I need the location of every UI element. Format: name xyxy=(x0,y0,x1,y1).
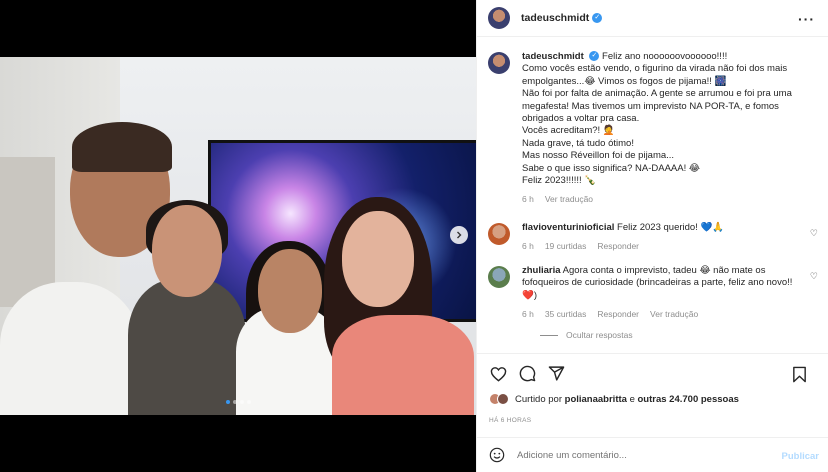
carousel-dot xyxy=(226,400,230,404)
photo-person-1-hair xyxy=(72,122,172,172)
post-header: tadeuschmidt ✓ ··· xyxy=(477,0,828,37)
like-comment-heart-icon[interactable]: ♡ xyxy=(810,228,818,239)
caption: tadeuschmidt ✓ Feliz ano noooooovoooooo!… xyxy=(488,51,818,206)
comment-time[interactable]: 6 h xyxy=(522,308,534,320)
list-item: flavioventurinioficial Feliz 2023 querid… xyxy=(488,222,818,253)
carousel-dot xyxy=(233,400,237,404)
comment-likes[interactable]: 19 curtidas xyxy=(545,240,587,252)
post-photo[interactable] xyxy=(0,57,476,415)
more-options-icon[interactable]: ··· xyxy=(798,11,815,27)
likes-prefix: Curtido por xyxy=(515,393,565,405)
caption-text: Feliz ano noooooovoooooo!!!! Como vocês … xyxy=(522,51,792,187)
post-side-panel: tadeuschmidt ✓ ··· tadeuschmidt ✓ Feliz a… xyxy=(476,0,828,472)
likes-text: Curtido por polianaabritta e outras 24.7… xyxy=(515,394,739,405)
post-media[interactable] xyxy=(0,0,476,472)
avatar[interactable] xyxy=(488,7,510,29)
chevron-right-icon xyxy=(457,231,462,239)
carousel-next-button[interactable] xyxy=(450,226,468,244)
comments-list[interactable]: tadeuschmidt ✓ Feliz ano noooooovoooooo!… xyxy=(477,37,828,353)
comment-time[interactable]: 6 h xyxy=(522,240,534,252)
comment-input[interactable] xyxy=(517,449,757,461)
avatar[interactable] xyxy=(488,52,510,74)
photo-person-1 xyxy=(0,282,140,415)
comment-likes[interactable]: 35 curtidas xyxy=(545,308,587,320)
photo-person-2 xyxy=(128,279,246,415)
comment-username[interactable]: flavioventurinioficial xyxy=(522,222,614,233)
avatar[interactable] xyxy=(488,222,510,245)
caption-time[interactable]: 6 h xyxy=(522,193,534,205)
save-bookmark-icon[interactable] xyxy=(790,365,808,383)
divider xyxy=(540,334,558,336)
likes-middle: e xyxy=(626,393,638,405)
share-paper-plane-icon[interactable] xyxy=(547,365,565,383)
comment-meta: 6 h 19 curtidas Responder xyxy=(522,240,807,252)
hide-replies-label: Ocultar respostas xyxy=(566,330,633,341)
like-comment-heart-icon[interactable]: ♡ xyxy=(810,271,818,282)
carousel-dot xyxy=(247,400,251,404)
comment-text: Agora conta o imprevisto, tadeu 😂 não ma… xyxy=(522,264,793,301)
comment-text: Feliz 2023 querido! 💙🙏 xyxy=(617,221,725,233)
comment-bubble-icon[interactable] xyxy=(518,365,536,383)
see-translation-link[interactable]: Ver tradução xyxy=(650,308,698,320)
photo-person-4 xyxy=(332,315,474,415)
avatar[interactable] xyxy=(497,393,509,405)
avatar[interactable] xyxy=(488,265,510,288)
post-timestamp[interactable]: HÁ 6 HORAS xyxy=(489,417,531,424)
liked-by-user[interactable]: polianaabritta xyxy=(565,394,627,405)
emoji-icon[interactable] xyxy=(489,447,505,463)
reply-button[interactable]: Responder xyxy=(597,308,639,320)
verified-badge-icon: ✓ xyxy=(592,13,603,24)
likes-summary: Curtido por polianaabritta e outras 24.7… xyxy=(489,393,739,405)
caption-username[interactable]: tadeuschmidt xyxy=(522,51,584,62)
verified-badge-icon: ✓ xyxy=(589,51,600,62)
comment-username[interactable]: zhuliaria xyxy=(522,265,561,276)
like-heart-icon[interactable] xyxy=(489,365,507,383)
reply-button[interactable]: Responder xyxy=(597,240,639,252)
carousel-dot xyxy=(240,400,244,404)
carousel-dots xyxy=(226,400,251,404)
hide-replies-button[interactable]: Ocultar respostas xyxy=(540,330,818,340)
photo-person-2-head xyxy=(152,205,222,297)
photo-person-4-head xyxy=(342,211,414,307)
publish-button[interactable]: Publicar xyxy=(782,451,820,462)
list-item: zhuliaria Agora conta o imprevisto, tade… xyxy=(488,265,818,321)
see-translation-link[interactable]: Ver tradução xyxy=(545,193,593,205)
add-comment-bar: Publicar xyxy=(477,437,828,472)
liked-by-others[interactable]: outras 24.700 pessoas xyxy=(638,394,739,405)
post-actions xyxy=(477,353,828,393)
photo-person-3-head xyxy=(258,249,322,333)
comment-meta: 6 h 35 curtidas Responder Ver tradução xyxy=(522,308,807,320)
header-username[interactable]: tadeuschmidt ✓ xyxy=(521,12,603,24)
caption-meta: 6 h Ver tradução xyxy=(522,193,807,205)
